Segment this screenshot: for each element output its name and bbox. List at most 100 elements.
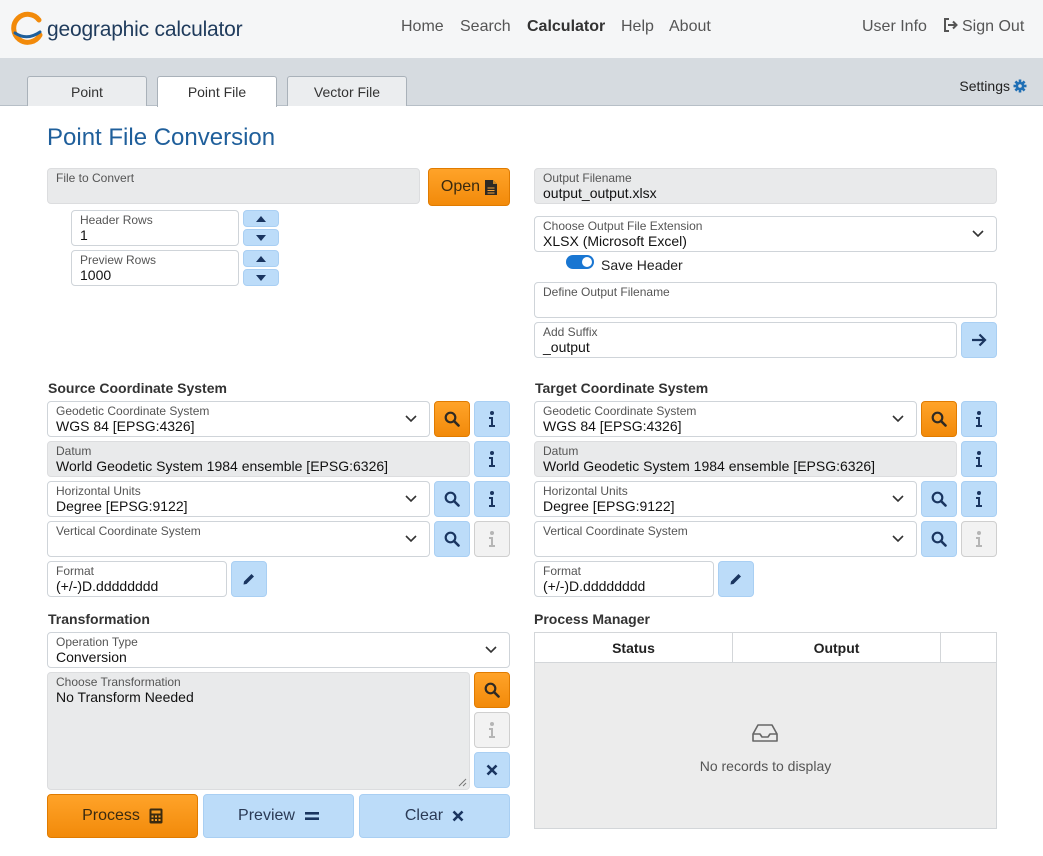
target-gcs-select[interactable]: Geodetic Coordinate System WGS 84 [EPSG:… xyxy=(534,401,917,437)
nav-search[interactable]: Search xyxy=(460,18,511,36)
calculator-icon xyxy=(149,808,163,824)
target-format-label: Format xyxy=(543,564,582,578)
chevron-up-icon xyxy=(256,255,266,262)
apply-suffix-button[interactable] xyxy=(961,322,997,358)
save-header-toggle[interactable] xyxy=(566,255,594,269)
define-output-filename-input[interactable]: Define Output Filename xyxy=(534,282,997,318)
target-format-input[interactable]: Format (+/-)D.dddddddd xyxy=(534,561,714,597)
source-hunits-label: Horizontal Units xyxy=(56,484,141,498)
settings-label: Settings xyxy=(959,78,1010,94)
header-rows-decrement[interactable] xyxy=(243,229,279,246)
open-button[interactable]: Open xyxy=(428,168,510,206)
source-format-input[interactable]: Format (+/-)D.dddddddd xyxy=(47,561,227,597)
target-vcs-label: Vertical Coordinate System xyxy=(543,524,688,538)
tab-vector-file[interactable]: Vector File xyxy=(287,76,407,106)
search-icon xyxy=(484,682,500,698)
search-icon xyxy=(444,491,460,507)
source-section-title: Source Coordinate System xyxy=(48,380,227,396)
sign-out-link[interactable]: Sign Out xyxy=(943,18,1024,36)
target-vcs-select[interactable]: Vertical Coordinate System xyxy=(534,521,917,557)
info-icon xyxy=(489,531,495,547)
source-vcs-select[interactable]: Vertical Coordinate System xyxy=(47,521,430,557)
target-vcs-info-button[interactable] xyxy=(961,521,997,557)
preview-rows-input[interactable]: Preview Rows 1000 xyxy=(71,250,239,286)
file-to-convert-field[interactable]: File to Convert xyxy=(47,168,420,204)
target-horizontal-units-select[interactable]: Horizontal Units Degree [EPSG:9122] xyxy=(534,481,917,517)
nav-calculator[interactable]: Calculator xyxy=(527,18,605,36)
nav-user-info[interactable]: User Info xyxy=(862,18,927,36)
target-format-value: (+/-)D.dddddddd xyxy=(543,578,646,594)
info-icon xyxy=(489,722,495,738)
process-button[interactable]: Process xyxy=(47,794,198,838)
header-rows-input[interactable]: Header Rows 1 xyxy=(71,210,239,246)
settings-link[interactable]: Settings xyxy=(959,78,1027,94)
gear-icon xyxy=(1013,79,1027,93)
target-gcs-search-button[interactable] xyxy=(921,401,957,437)
source-gcs-info-button[interactable] xyxy=(474,401,510,437)
target-vcs-search-button[interactable] xyxy=(921,521,957,557)
nav-help[interactable]: Help xyxy=(621,18,654,36)
choose-transformation-textarea[interactable]: Choose Transformation No Transform Neede… xyxy=(47,672,470,790)
column-status[interactable]: Status xyxy=(535,633,733,663)
search-icon xyxy=(444,531,460,547)
choose-transformation-value: No Transform Needed xyxy=(56,689,194,705)
source-format-edit-button[interactable] xyxy=(231,561,267,597)
process-manager-title: Process Manager xyxy=(534,611,650,627)
info-icon xyxy=(976,451,982,467)
source-vcs-info-button[interactable] xyxy=(474,521,510,557)
transformation-clear-button[interactable] xyxy=(474,752,510,788)
tab-point[interactable]: Point xyxy=(27,76,147,106)
output-extension-select[interactable]: Choose Output File Extension XLSX (Micro… xyxy=(534,216,997,252)
info-icon xyxy=(976,491,982,507)
chevron-up-icon xyxy=(256,215,266,222)
header-rows-increment[interactable] xyxy=(243,210,279,227)
target-datum-info-button[interactable] xyxy=(961,441,997,477)
add-suffix-input[interactable]: Add Suffix _output xyxy=(534,322,957,358)
transformation-search-button[interactable] xyxy=(474,672,510,708)
clear-label: Clear xyxy=(404,807,444,824)
preview-button[interactable]: Preview xyxy=(203,794,354,838)
search-icon xyxy=(931,491,947,507)
chevron-down-icon xyxy=(405,535,417,543)
info-icon xyxy=(489,411,495,427)
search-icon xyxy=(931,531,947,547)
source-format-label: Format xyxy=(56,564,95,578)
chevron-down-icon xyxy=(405,495,417,503)
source-gcs-select[interactable]: Geodetic Coordinate System WGS 84 [EPSG:… xyxy=(47,401,430,437)
source-gcs-search-button[interactable] xyxy=(434,401,470,437)
chevron-down-icon xyxy=(892,495,904,503)
source-horizontal-units-select[interactable]: Horizontal Units Degree [EPSG:9122] xyxy=(47,481,430,517)
target-hunits-search-button[interactable] xyxy=(921,481,957,517)
equals-icon xyxy=(304,812,319,820)
operation-type-select[interactable]: Operation Type Conversion xyxy=(47,632,510,668)
transformation-info-button[interactable] xyxy=(474,712,510,748)
source-gcs-label: Geodetic Coordinate System xyxy=(56,404,210,418)
output-extension-value: XLSX (Microsoft Excel) xyxy=(543,233,687,249)
target-format-edit-button[interactable] xyxy=(718,561,754,597)
resize-handle-icon[interactable] xyxy=(458,778,467,787)
output-extension-label: Choose Output File Extension xyxy=(543,219,703,233)
tab-bar: Point Point File Vector File Settings xyxy=(0,58,1043,107)
source-hunits-info-button[interactable] xyxy=(474,481,510,517)
target-datum-label: Datum xyxy=(543,444,579,458)
chevron-down-icon xyxy=(892,415,904,423)
output-filename-value: output_output.xlsx xyxy=(543,185,657,201)
tab-point-file[interactable]: Point File xyxy=(157,76,277,107)
nav-home[interactable]: Home xyxy=(401,18,444,36)
chevron-down-icon xyxy=(892,535,904,543)
pencil-icon xyxy=(730,574,741,585)
brand-name[interactable]: geographic calculator xyxy=(47,18,243,42)
clear-button[interactable]: Clear xyxy=(359,794,510,838)
preview-rows-increment[interactable] xyxy=(243,250,279,267)
target-hunits-info-button[interactable] xyxy=(961,481,997,517)
source-datum-info-button[interactable] xyxy=(474,441,510,477)
info-icon xyxy=(489,451,495,467)
preview-rows-decrement[interactable] xyxy=(243,269,279,286)
source-gcs-value: WGS 84 [EPSG:4326] xyxy=(56,418,195,434)
target-hunits-value: Degree [EPSG:9122] xyxy=(543,498,675,514)
source-hunits-search-button[interactable] xyxy=(434,481,470,517)
column-output[interactable]: Output xyxy=(733,633,941,663)
nav-about[interactable]: About xyxy=(669,18,711,36)
source-vcs-search-button[interactable] xyxy=(434,521,470,557)
target-gcs-info-button[interactable] xyxy=(961,401,997,437)
